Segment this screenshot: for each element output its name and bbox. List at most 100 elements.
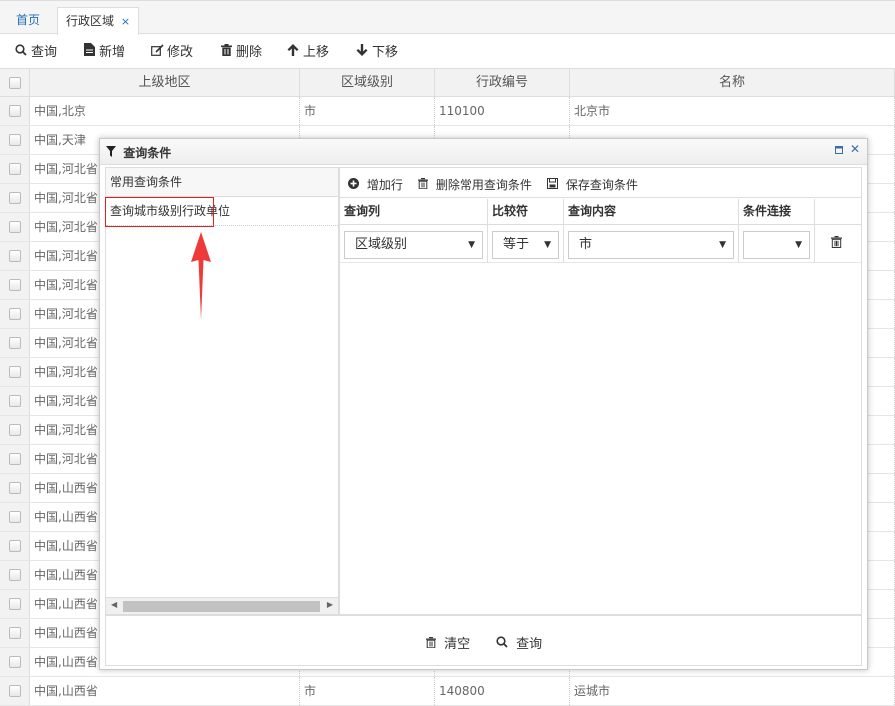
trash-icon — [219, 42, 233, 62]
row-checkbox[interactable] — [0, 474, 30, 502]
arrow-up-icon — [286, 42, 300, 62]
delete-common-button[interactable]: 删除常用查询条件 — [418, 176, 532, 193]
chevron-down-icon: ▼ — [795, 240, 802, 250]
scrollbar-thumb[interactable] — [123, 601, 320, 612]
delete-button-label: 删除 — [236, 45, 263, 60]
checkbox-icon — [9, 453, 21, 465]
clear-button[interactable]: 清空 — [426, 633, 470, 652]
scroll-right-icon[interactable]: ▶ — [327, 600, 333, 609]
row-checkbox[interactable] — [0, 561, 30, 589]
filter-icon — [106, 146, 120, 160]
row-checkbox[interactable] — [0, 503, 30, 531]
query-button[interactable]: 查询 — [14, 42, 57, 62]
header-code[interactable]: 行政编号 — [435, 69, 570, 96]
connector-select[interactable]: ▼ — [743, 231, 810, 259]
cell-name: 北京市 — [570, 97, 895, 125]
checkbox-icon — [9, 569, 21, 581]
toolbar: 查询 新增 修改 删除 上移 下移 — [0, 35, 895, 68]
query-submit-button[interactable]: 查询 — [496, 633, 542, 652]
save-condition-button[interactable]: 保存查询条件 — [547, 176, 638, 193]
move-down-button[interactable]: 下移 — [355, 42, 398, 62]
row-checkbox[interactable] — [0, 329, 30, 357]
cell-code: 140800 — [435, 677, 570, 705]
checkbox-icon — [9, 366, 21, 378]
col-actions — [815, 199, 861, 225]
delete-row-icon[interactable] — [831, 236, 842, 252]
row-checkbox[interactable] — [0, 387, 30, 415]
table-row[interactable]: 中国,山西省市 140800 运城市 — [0, 677, 895, 706]
row-checkbox[interactable] — [0, 358, 30, 386]
query-column-value: 区域级别 — [355, 237, 408, 252]
row-checkbox[interactable] — [0, 126, 30, 154]
checkbox-icon — [9, 540, 21, 552]
row-checkbox[interactable] — [0, 532, 30, 560]
row-checkbox[interactable] — [0, 677, 30, 705]
query-column-select[interactable]: 区域级别 ▼ — [344, 231, 483, 259]
header-name[interactable]: 名称 — [570, 69, 895, 96]
header-parent-region[interactable]: 上级地区 — [30, 69, 300, 96]
add-button-label: 新增 — [99, 45, 126, 60]
delete-button[interactable]: 删除 — [219, 42, 262, 62]
operator-value: 等于 — [503, 237, 530, 252]
row-checkbox[interactable] — [0, 155, 30, 183]
scroll-left-icon[interactable]: ◀ — [111, 600, 117, 609]
checkbox-icon — [9, 163, 21, 175]
checkbox-icon — [9, 250, 21, 262]
common-conditions-header: 常用查询条件 — [106, 168, 338, 197]
chevron-down-icon: ▼ — [468, 240, 475, 250]
row-checkbox[interactable] — [0, 97, 30, 125]
checkbox-icon — [9, 192, 21, 204]
highlight-box — [105, 197, 214, 227]
row-checkbox[interactable] — [0, 619, 30, 647]
search-icon — [496, 636, 512, 652]
query-button-label: 查询 — [31, 45, 58, 60]
close-icon[interactable]: × — [121, 15, 130, 28]
checkbox-icon — [9, 424, 21, 436]
row-checkbox[interactable] — [0, 271, 30, 299]
query-dialog: 查询条件 ✕ 常用查询条件 查询城市级别行政单位 ◀ ▶ 增加行 删除常用查询条… — [99, 138, 868, 670]
select-all-checkbox[interactable] — [0, 69, 30, 96]
content-select[interactable]: 市 ▼ — [568, 231, 734, 259]
header-level[interactable]: 区域级别 — [300, 69, 435, 96]
col-query-column: 查询列 — [340, 199, 488, 225]
query-submit-label: 查询 — [516, 637, 543, 652]
grid-header: 上级地区 区域级别 行政编号 名称 — [0, 68, 895, 97]
save-icon — [547, 178, 562, 192]
row-checkbox[interactable] — [0, 184, 30, 212]
row-checkbox[interactable] — [0, 648, 30, 676]
tab-region-label: 行政区域 — [66, 14, 115, 28]
add-row-button[interactable]: 增加行 — [348, 176, 403, 193]
row-checkbox[interactable] — [0, 416, 30, 444]
operator-select[interactable]: 等于 ▼ — [492, 231, 559, 259]
edit-button[interactable]: 修改 — [150, 42, 193, 62]
table-row[interactable]: 中国,北京市 110100 北京市 — [0, 97, 895, 126]
checkbox-icon — [9, 395, 21, 407]
checkbox-icon — [9, 482, 21, 494]
condition-table-header: 查询列 比较符 查询内容 条件连接 — [340, 199, 861, 225]
move-up-button[interactable]: 上移 — [286, 42, 329, 62]
horizontal-scrollbar[interactable]: ◀ ▶ — [106, 597, 338, 614]
row-checkbox[interactable] — [0, 590, 30, 618]
content-value: 市 — [579, 237, 593, 252]
row-checkbox[interactable] — [0, 445, 30, 473]
cell-parent-region: 中国,山西省 — [30, 677, 300, 705]
col-content: 查询内容 — [564, 199, 739, 225]
tab-region[interactable]: 行政区域 × — [57, 7, 140, 36]
checkbox-icon — [9, 511, 21, 523]
dialog-title: 查询条件 — [106, 144, 171, 161]
dialog-footer: 清空 查询 — [105, 615, 862, 666]
tab-home-label: 首页 — [16, 13, 41, 27]
move-down-button-label: 下移 — [372, 45, 399, 60]
row-checkbox[interactable] — [0, 300, 30, 328]
close-icon[interactable]: ✕ — [850, 142, 860, 156]
condition-toolbar: 增加行 删除常用查询条件 保存查询条件 — [340, 168, 861, 198]
tab-home[interactable]: 首页 — [8, 7, 48, 35]
checkbox-icon — [9, 627, 21, 639]
row-checkbox[interactable] — [0, 242, 30, 270]
col-operator: 比较符 — [488, 199, 564, 225]
row-checkbox[interactable] — [0, 213, 30, 241]
trash-icon — [426, 637, 440, 652]
maximize-icon[interactable] — [835, 143, 843, 157]
annotation-arrow — [191, 232, 211, 320]
add-button[interactable]: 新增 — [82, 42, 125, 62]
